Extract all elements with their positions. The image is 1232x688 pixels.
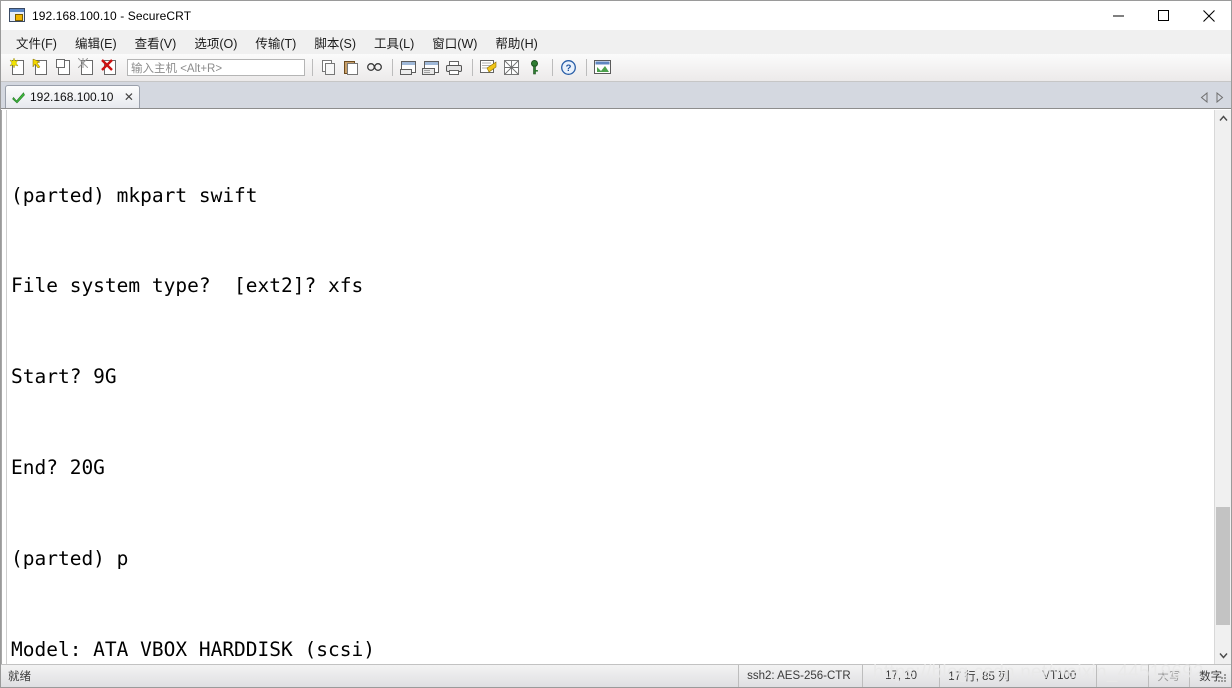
- status-caps-lock: 大写: [1147, 665, 1190, 687]
- key-icon[interactable]: [524, 57, 545, 78]
- scrollbar-track[interactable]: [1215, 127, 1231, 647]
- tab-bar: 192.168.100.10 ✕: [1, 82, 1231, 109]
- menu-view[interactable]: 查看(V): [133, 31, 179, 54]
- terminal-scrollbar[interactable]: [1214, 110, 1231, 664]
- menu-file[interactable]: 文件(F): [14, 31, 59, 54]
- status-ready: 就绪: [8, 671, 31, 683]
- reconnect-icon[interactable]: [77, 57, 98, 78]
- quick-connect-icon[interactable]: [31, 57, 52, 78]
- menu-tools[interactable]: 工具(L): [372, 31, 416, 54]
- host-input[interactable]: 输入主机 <Alt+R>: [127, 59, 305, 76]
- securecrt-icon: [9, 7, 25, 24]
- terminal-line: Start? 9G: [11, 365, 117, 389]
- session-tab[interactable]: 192.168.100.10 ✕: [5, 85, 141, 108]
- window-title: 192.168.100.10 - SecureCRT: [32, 8, 192, 23]
- scroll-up-icon[interactable]: [1215, 110, 1231, 127]
- scroll-down-icon[interactable]: [1215, 647, 1231, 664]
- status-encryption: ssh2: AES-256-CTR: [738, 665, 862, 687]
- status-cursor-position: 17, 10: [861, 665, 939, 687]
- status-screen-size: 17 行, 85 列: [939, 665, 1034, 687]
- toolbar-separator: [312, 59, 313, 76]
- find-icon[interactable]: [364, 57, 385, 78]
- menu-transfer[interactable]: 传输(T): [253, 31, 298, 54]
- window-controls: [1096, 1, 1231, 30]
- toolbar-separator: [552, 59, 553, 76]
- toolbar-separator: [586, 59, 587, 76]
- title-bar: 192.168.100.10 - SecureCRT: [1, 1, 1231, 30]
- terminal-line: File system type? [ext2]? xfs: [11, 274, 364, 298]
- scrollbar-thumb[interactable]: [1216, 507, 1230, 625]
- new-session-icon[interactable]: [8, 57, 29, 78]
- print-screen-icon[interactable]: [398, 57, 419, 78]
- tab-next-icon[interactable]: [1212, 89, 1227, 105]
- paste-icon[interactable]: [341, 57, 362, 78]
- terminal-output[interactable]: (parted) mkpart swift File system type? …: [7, 110, 1214, 664]
- global-options-icon[interactable]: [501, 57, 522, 78]
- close-button[interactable]: [1186, 1, 1231, 30]
- toolbar-separator: [392, 59, 393, 76]
- session-options-icon[interactable]: [478, 57, 499, 78]
- disconnect-icon[interactable]: [100, 57, 121, 78]
- status-bar: 就绪 ssh2: AES-256-CTR 17, 10 17 行, 85 列 V…: [1, 662, 1231, 687]
- menu-options[interactable]: 选项(O): [192, 31, 239, 54]
- connected-check-icon: [12, 91, 25, 103]
- menu-bar: 文件(F) 编辑(E) 查看(V) 选项(O) 传输(T) 脚本(S) 工具(L…: [1, 30, 1231, 54]
- terminal-line: End? 20G: [11, 456, 105, 480]
- log-session-icon[interactable]: [421, 57, 442, 78]
- clone-session-icon[interactable]: [54, 57, 75, 78]
- toolbar-separator: [472, 59, 473, 76]
- terminal-line: (parted) p: [11, 547, 129, 571]
- tab-label: 192.168.100.10: [30, 90, 114, 104]
- copy-icon[interactable]: [318, 57, 339, 78]
- status-spacer: [1095, 665, 1148, 687]
- tile-windows-icon[interactable]: [592, 57, 613, 78]
- resize-grip-icon[interactable]: [1216, 672, 1228, 684]
- tab-close-icon[interactable]: ✕: [123, 91, 134, 103]
- terminal-line: (parted) mkpart swift: [11, 183, 258, 207]
- tab-nav: [1197, 89, 1227, 105]
- menu-script[interactable]: 脚本(S): [312, 31, 358, 54]
- tab-prev-icon[interactable]: [1197, 89, 1212, 105]
- svg-text:?: ?: [566, 63, 572, 74]
- terminal-area: (parted) mkpart swift File system type? …: [1, 109, 1231, 664]
- menu-edit[interactable]: 编辑(E): [73, 31, 119, 54]
- securecrt-window: 192.168.100.10 - SecureCRT 文件(F) 编辑(E) 查…: [0, 0, 1232, 688]
- toolbar: 输入主机 <Alt+R> ?: [1, 54, 1231, 82]
- terminal-line: Model: ATA VBOX HARDDISK (scsi): [11, 638, 375, 662]
- status-emulation: VT100: [1042, 670, 1077, 682]
- menu-help[interactable]: 帮助(H): [493, 31, 539, 54]
- menu-window[interactable]: 窗口(W): [430, 31, 479, 54]
- minimize-button[interactable]: [1096, 1, 1141, 30]
- print-icon[interactable]: [444, 57, 465, 78]
- maximize-button[interactable]: [1141, 1, 1186, 30]
- help-icon[interactable]: ?: [558, 57, 579, 78]
